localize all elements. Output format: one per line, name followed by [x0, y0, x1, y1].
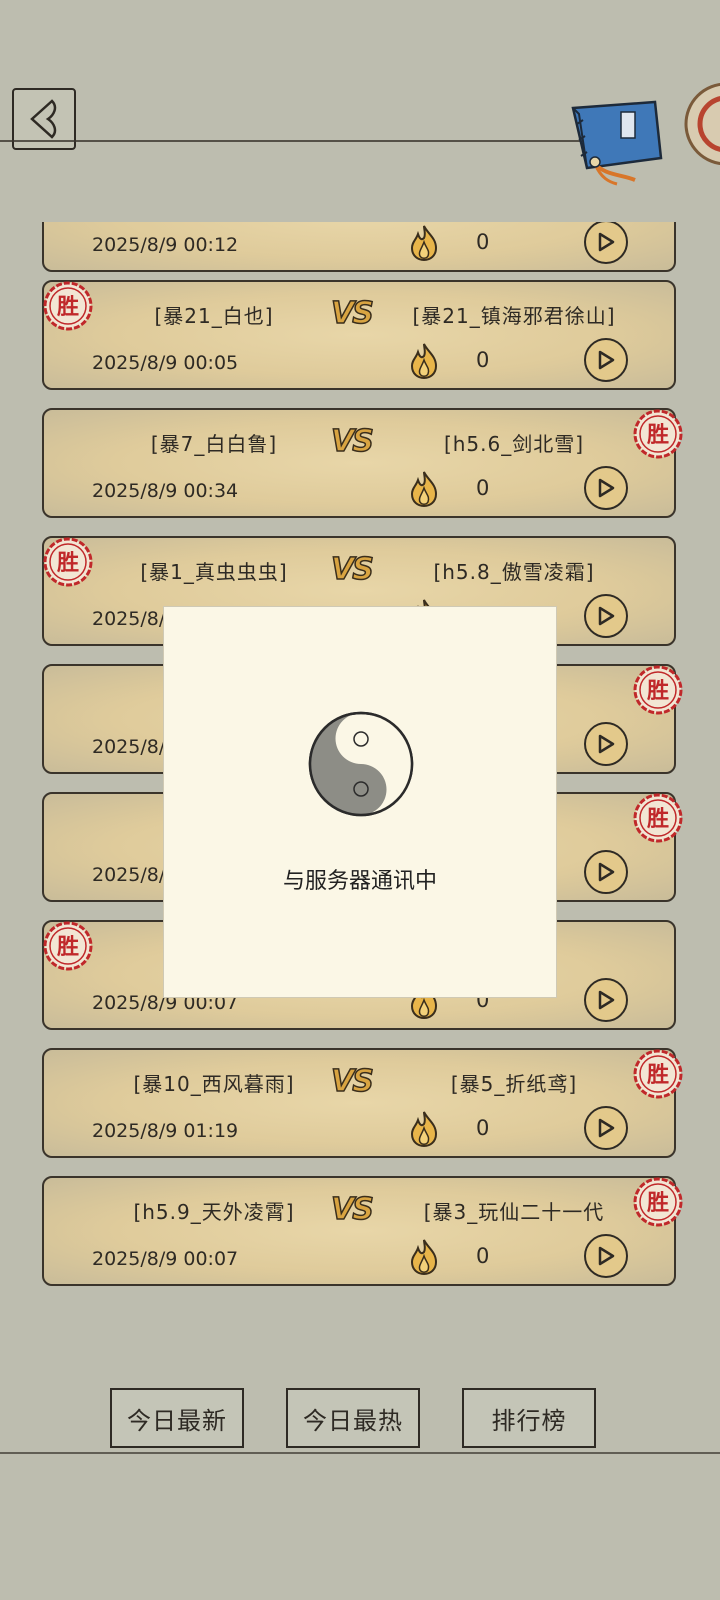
play-icon: [598, 232, 615, 252]
player-left-name[interactable]: [h5.9_天外凌霄]: [84, 1196, 344, 1225]
play-replay-button[interactable]: [584, 466, 628, 510]
play-replay-button[interactable]: [584, 338, 628, 382]
play-replay-button[interactable]: [584, 722, 628, 766]
fire-icon: [410, 471, 438, 508]
vs-label: VS: [330, 1191, 374, 1228]
vs-label: VS: [330, 423, 374, 460]
fire-icon: [410, 343, 438, 380]
tab-ranking[interactable]: 排行榜: [462, 1388, 596, 1448]
loading-message: 与服务器通讯中: [282, 869, 437, 894]
record-book-icon[interactable]: [565, 96, 675, 186]
battle-record-row[interactable]: VS 2025/8/9 00:12 0: [42, 222, 676, 272]
win-seal-icon: 胜: [632, 664, 684, 716]
win-seal-icon: 胜: [42, 920, 94, 972]
battle-time: 2025/8/9 00:05: [92, 352, 239, 374]
play-icon: [598, 606, 615, 626]
player-right-name[interactable]: [h5.8_傲雪凌霜]: [384, 556, 644, 585]
vs-label: VS: [330, 1063, 374, 1100]
win-seal-icon: 胜: [632, 792, 684, 844]
heat-count: 0: [476, 230, 490, 254]
win-seal-label: 胜: [57, 551, 79, 576]
player-left-name[interactable]: [暴7_白白鲁]: [84, 428, 344, 457]
battle-record-row[interactable]: [暴10_西风暮雨] VS [暴5_折纸鸢] 2025/8/9 01:19 0 …: [42, 1048, 683, 1158]
loading-dialog: 与服务器通讯中: [163, 606, 557, 998]
vs-label: VS: [330, 295, 374, 332]
battle-time: 2025/8/9 01:19: [92, 1120, 239, 1142]
play-replay-button[interactable]: [584, 1234, 628, 1278]
back-chevron-icon: [30, 99, 57, 139]
play-replay-button[interactable]: [584, 978, 628, 1022]
fire-icon: [410, 1111, 438, 1148]
vs-label: VS: [330, 551, 374, 588]
win-seal-label: 胜: [647, 679, 669, 704]
heat-count: 0: [476, 1244, 490, 1268]
win-seal-label: 胜: [57, 295, 79, 320]
player-right-name[interactable]: [暴5_折纸鸢]: [384, 1068, 644, 1097]
fire-icon: [410, 1239, 438, 1276]
battle-time: 2025/8/9 00:07: [92, 1248, 239, 1270]
win-seal-icon: 胜: [632, 1176, 684, 1228]
win-seal-label: 胜: [647, 423, 669, 448]
footer-divider: [0, 1452, 720, 1454]
win-seal-label: 胜: [647, 1191, 669, 1216]
play-icon: [598, 734, 615, 754]
play-icon: [598, 990, 615, 1010]
heat-count: 0: [476, 1116, 490, 1140]
heat-count: 0: [476, 348, 490, 372]
win-seal-icon: 胜: [42, 280, 94, 332]
play-icon: [598, 862, 615, 882]
play-replay-button[interactable]: [584, 594, 628, 638]
player-left-name[interactable]: [暴21_白也]: [84, 300, 344, 329]
battle-record-row[interactable]: [h5.9_天外凌霄] VS [暴3_玩仙二十一代 2025/8/9 00:07…: [42, 1176, 683, 1286]
battle-time: 2025/8/9 00:12: [92, 234, 239, 256]
play-icon: [598, 478, 615, 498]
play-replay-button[interactable]: [584, 850, 628, 894]
win-seal-label: 胜: [57, 935, 79, 960]
battle-time: 2025/8/: [92, 608, 166, 630]
player-right-name[interactable]: [暴21_镇海邪君徐山]: [384, 300, 644, 329]
play-icon: [598, 1118, 615, 1138]
yin-yang-icon: [308, 711, 414, 817]
win-seal-label: 胜: [647, 1063, 669, 1088]
player-right-name[interactable]: [h5.6_剑北雪]: [384, 428, 644, 457]
win-seal-icon: 胜: [632, 1048, 684, 1100]
win-seal-icon: 胜: [42, 536, 94, 588]
battle-time: 2025/8/: [92, 736, 166, 758]
battle-record-row[interactable]: [暴7_白白鲁] VS [h5.6_剑北雪] 2025/8/9 00:34 0 …: [42, 408, 683, 518]
play-icon: [598, 350, 615, 370]
heat-count: 0: [476, 476, 490, 500]
battle-time: 2025/8/9 00:34: [92, 480, 239, 502]
header-divider: [0, 140, 600, 142]
player-left-name[interactable]: [暴10_西风暮雨]: [84, 1068, 344, 1097]
battle-time: 2025/8/: [92, 864, 166, 886]
profile-seal-icon[interactable]: [680, 78, 720, 168]
battle-record-row[interactable]: [暴21_白也] VS [暴21_镇海邪君徐山] 2025/8/9 00:05 …: [42, 280, 676, 390]
play-icon: [598, 1246, 615, 1266]
fire-icon: [410, 225, 438, 262]
play-replay-button[interactable]: [584, 222, 628, 264]
tab-today-new[interactable]: 今日最新: [110, 1388, 244, 1448]
player-right-name[interactable]: [暴3_玩仙二十一代: [384, 1196, 644, 1225]
play-replay-button[interactable]: [584, 1106, 628, 1150]
player-left-name[interactable]: [暴1_真虫虫虫]: [84, 556, 344, 585]
tab-today-hot[interactable]: 今日最热: [286, 1388, 420, 1448]
win-seal-icon: 胜: [632, 408, 684, 460]
win-seal-label: 胜: [647, 807, 669, 832]
